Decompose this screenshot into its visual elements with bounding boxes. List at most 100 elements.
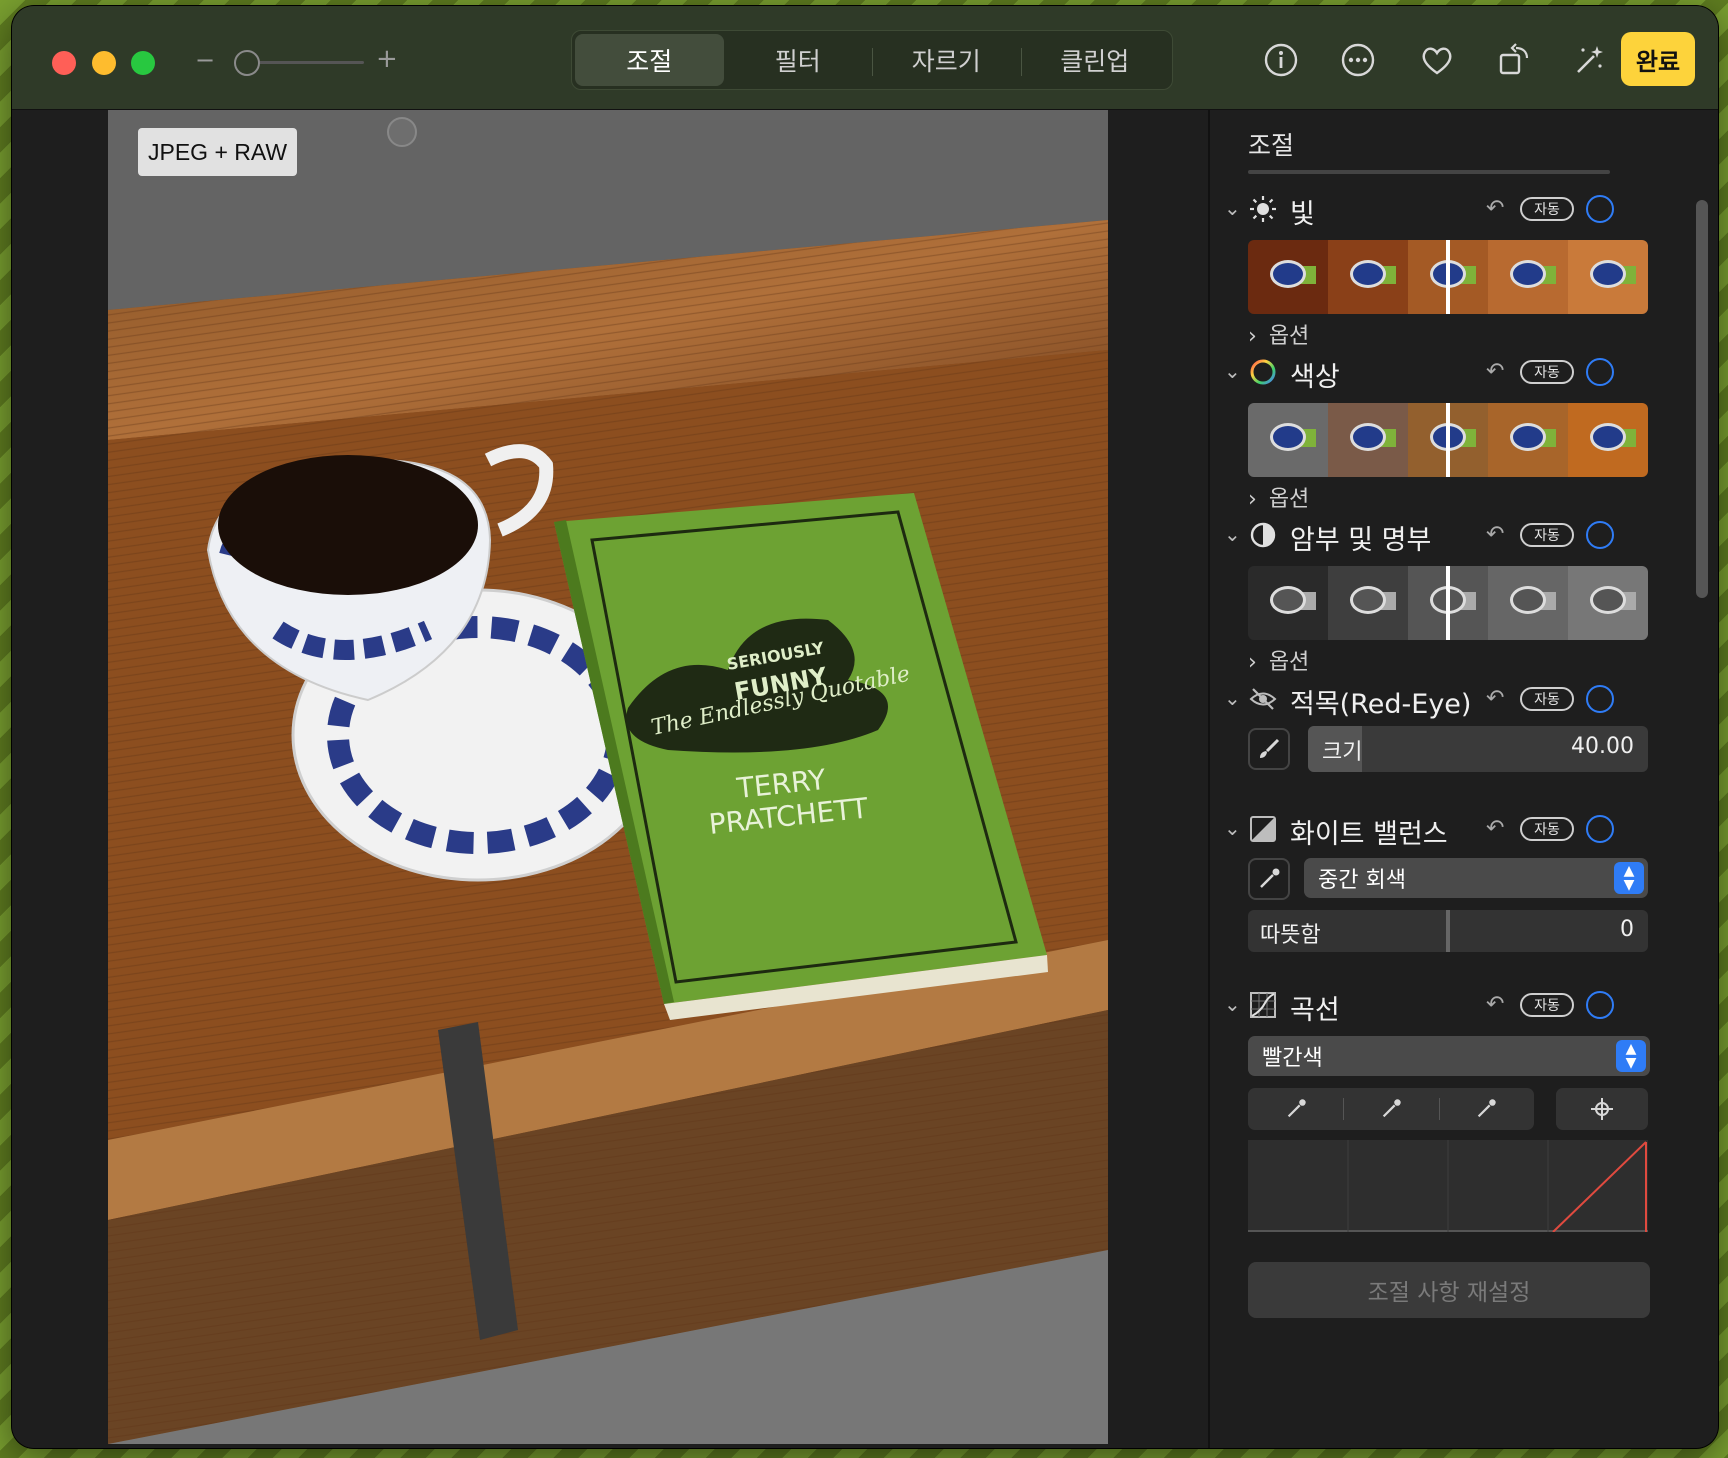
section-light-label: 빛 [1290, 199, 1315, 230]
white-point-eyedropper-icon[interactable] [1438, 1088, 1534, 1130]
info-icon[interactable] [1261, 40, 1301, 80]
section-curves-label: 곡선 [1290, 995, 1340, 1026]
enable-toggle[interactable] [1586, 358, 1614, 386]
rotate-icon[interactable] [1494, 40, 1534, 80]
undo-icon[interactable]: ↶ [1486, 359, 1504, 384]
strip-thumb [1328, 240, 1408, 314]
enable-toggle[interactable] [1586, 685, 1614, 713]
auto-button[interactable]: 자동 [1520, 197, 1574, 221]
color-options-toggle[interactable]: › 옵션 [1248, 481, 1309, 513]
panel-title: 조절 [1248, 131, 1295, 160]
photos-edit-window: − + 조절 필터 자르기 클린업 완료 SERIOUSLY FUNNY The… [12, 6, 1718, 1448]
section-curves-header[interactable]: ⌄ 곡선 ↶ 자동 [1210, 988, 1680, 1028]
curves-graph[interactable] [1248, 1140, 1648, 1233]
chevron-right-icon: › [1248, 487, 1257, 512]
warmth-label: 따뜻함 [1260, 923, 1321, 948]
enable-toggle[interactable] [1586, 521, 1614, 549]
color-thumbnail-strip[interactable] [1248, 403, 1648, 477]
warmth-slider[interactable]: 따뜻함 0 [1248, 910, 1648, 952]
panel-scrollbar[interactable] [1696, 200, 1708, 598]
chevron-down-icon[interactable]: ⌄ [1224, 816, 1241, 840]
enable-toggle[interactable] [1586, 991, 1614, 1019]
crosshair-icon[interactable] [1556, 1088, 1648, 1130]
undo-icon[interactable]: ↶ [1486, 196, 1504, 221]
chevron-down-icon[interactable]: ⌄ [1224, 196, 1241, 220]
bw-options-toggle[interactable]: › 옵션 [1248, 644, 1309, 676]
reset-adjustments-button[interactable]: 조절 사항 재설정 [1248, 1262, 1650, 1318]
strip-position-marker[interactable] [1446, 403, 1450, 477]
tab-cleanup[interactable]: 클린업 [1020, 34, 1170, 86]
undo-icon[interactable]: ↶ [1486, 992, 1504, 1017]
warmth-slider-marker [1446, 910, 1450, 952]
color-wheel-icon [1248, 357, 1278, 387]
magic-wand-icon[interactable] [1568, 40, 1608, 80]
chevron-down-icon[interactable]: ⌄ [1224, 359, 1241, 383]
photo-preview[interactable]: SERIOUSLY FUNNY The Endlessly Quotable T… [108, 110, 1108, 1444]
chevron-down-icon[interactable]: ⌄ [1224, 992, 1241, 1016]
zoom-out-icon[interactable]: − [195, 46, 215, 74]
maximize-window-button[interactable] [131, 51, 155, 75]
tab-filters[interactable]: 필터 [724, 34, 873, 86]
strip-position-marker[interactable] [1446, 566, 1450, 640]
heart-icon[interactable] [1417, 40, 1457, 80]
tab-adjust[interactable]: 조절 [575, 34, 724, 86]
strip-thumb [1488, 566, 1568, 640]
select-arrows-icon: ▲ ▼ [1614, 862, 1644, 894]
curves-channel-select[interactable]: 빨간색 ▲ ▼ [1248, 1036, 1650, 1076]
enable-toggle[interactable] [1586, 815, 1614, 843]
section-light-header[interactable]: ⌄ 빛 ↶ 자동 [1210, 192, 1680, 232]
chevron-right-icon: › [1248, 650, 1257, 675]
light-options-toggle[interactable]: › 옵션 [1248, 318, 1309, 350]
brush-icon[interactable] [1248, 728, 1290, 770]
auto-button[interactable]: 자동 [1520, 360, 1574, 384]
sun-icon [1248, 194, 1278, 224]
chevron-down-icon[interactable]: ⌄ [1224, 522, 1241, 546]
strip-thumb [1568, 566, 1648, 640]
section-redeye-label: 적목(Red-Eye) [1290, 689, 1472, 720]
eyedropper-icon[interactable] [1248, 858, 1290, 900]
warmth-value: 0 [1620, 917, 1634, 942]
auto-button[interactable]: 자동 [1520, 523, 1574, 547]
auto-button[interactable]: 자동 [1520, 817, 1574, 841]
section-bw-label: 암부 및 명부 [1290, 525, 1432, 556]
strip-thumb [1568, 403, 1648, 477]
section-wb-header[interactable]: ⌄ 화이트 밸런스 ↶ 자동 [1210, 812, 1680, 852]
zoom-in-icon[interactable]: + [376, 44, 398, 74]
select-arrows-icon: ▲ ▼ [1616, 1040, 1646, 1072]
bw-thumbnail-strip[interactable] [1248, 566, 1648, 640]
close-window-button[interactable] [52, 51, 76, 75]
tab-crop[interactable]: 자르기 [872, 34, 1021, 86]
auto-button[interactable]: 자동 [1520, 993, 1574, 1017]
strip-thumb [1568, 240, 1648, 314]
chevron-down-icon[interactable]: ⌄ [1224, 686, 1241, 710]
section-bw-header[interactable]: ⌄ 암부 및 명부 ↶ 자동 [1210, 518, 1680, 558]
minimize-window-button[interactable] [92, 51, 116, 75]
done-button[interactable]: 완료 [1621, 32, 1695, 86]
white-balance-icon [1248, 814, 1278, 844]
undo-icon[interactable]: ↶ [1486, 686, 1504, 711]
file-format-badge: JPEG + RAW [138, 128, 298, 176]
curves-icon [1248, 990, 1278, 1020]
enable-toggle[interactable] [1586, 195, 1614, 223]
slider-label: 크기 [1322, 740, 1363, 765]
auto-button[interactable]: 자동 [1520, 687, 1574, 711]
more-icon[interactable] [1338, 40, 1378, 80]
wb-mode-select[interactable]: 중간 회색 ▲ ▼ [1304, 858, 1648, 898]
photo-canvas-area: SERIOUSLY FUNNY The Endlessly Quotable T… [12, 110, 1208, 1448]
undo-icon[interactable]: ↶ [1486, 816, 1504, 841]
adjust-panel: 조절 ⌄ 빛 ↶ 자동 › 옵션 ⌄ 색상 ↶ 자동 › 옵션 ⌄ 암부 및 명… [1208, 110, 1718, 1448]
section-wb-label: 화이트 밸런스 [1290, 819, 1448, 850]
section-color-header[interactable]: ⌄ 색상 ↶ 자동 [1210, 355, 1680, 395]
title-bar: − + 조절 필터 자르기 클린업 완료 [12, 6, 1718, 110]
curves-eyedropper-group [1248, 1088, 1534, 1130]
strip-thumb [1248, 403, 1328, 477]
section-redeye-header[interactable]: ⌄ 적목(Red-Eye) ↶ 자동 [1210, 682, 1680, 722]
strip-position-marker[interactable] [1446, 240, 1450, 314]
redeye-size-slider[interactable]: 크기 40.00 [1308, 726, 1648, 772]
light-thumbnail-strip[interactable] [1248, 240, 1648, 314]
zoom-slider-knob[interactable] [234, 50, 260, 76]
undo-icon[interactable]: ↶ [1486, 522, 1504, 547]
black-point-eyedropper-icon[interactable] [1248, 1088, 1343, 1130]
strip-thumb [1328, 566, 1408, 640]
gray-point-eyedropper-icon[interactable] [1343, 1088, 1438, 1130]
